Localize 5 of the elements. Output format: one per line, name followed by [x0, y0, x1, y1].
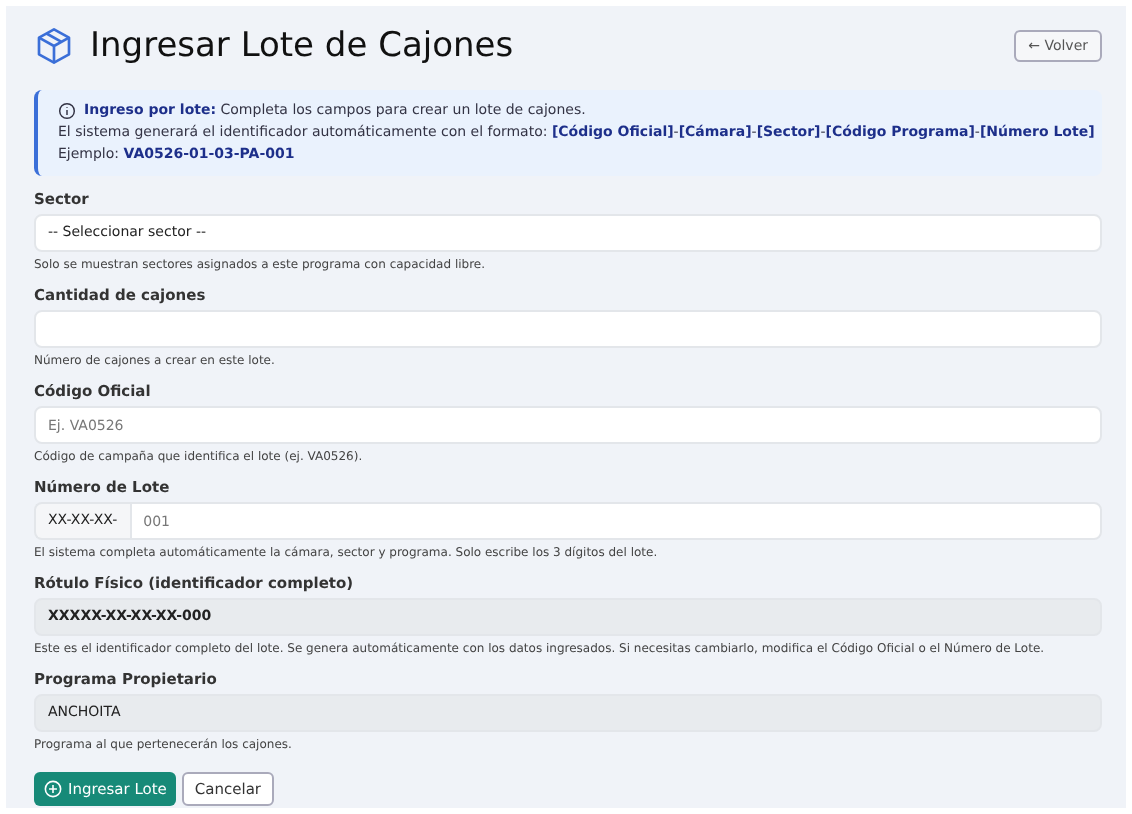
input-field[interactable]	[34, 310, 1102, 348]
plus-circle-icon	[44, 780, 62, 798]
page-title: Ingresar Lote de Cajones	[90, 26, 516, 66]
info-icon	[58, 102, 76, 120]
box-icon	[34, 26, 74, 66]
